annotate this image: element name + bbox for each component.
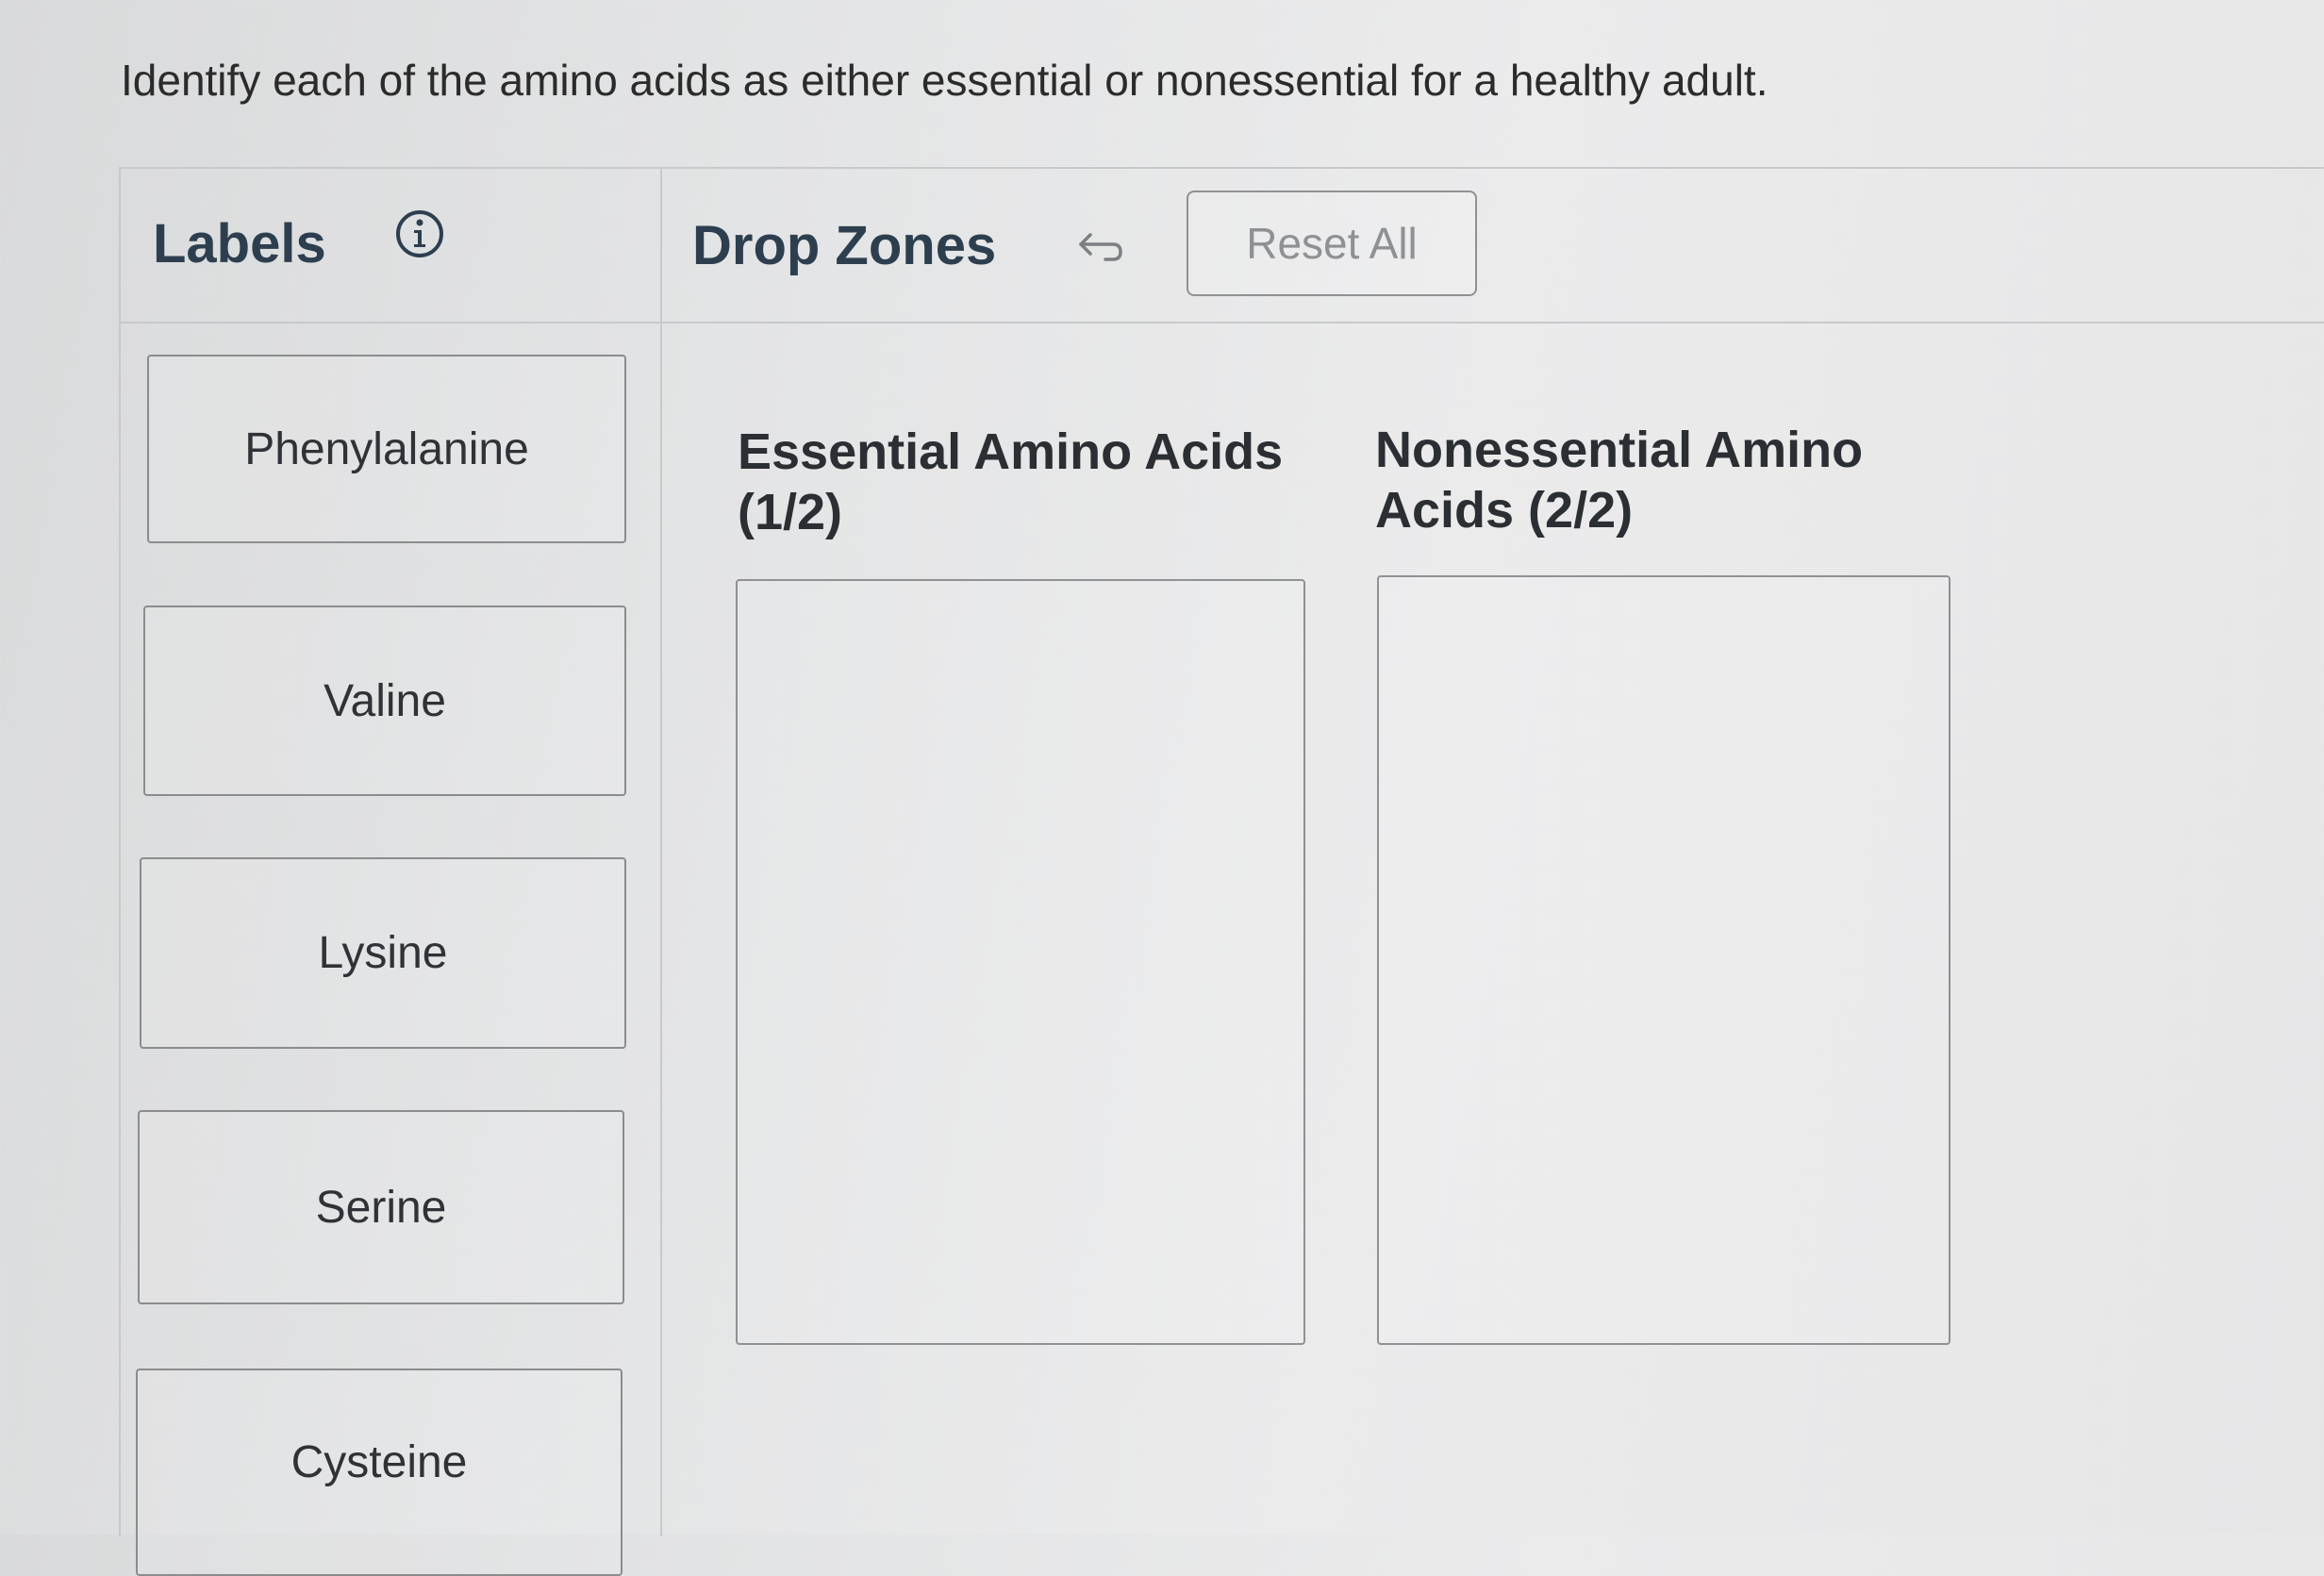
drag-drop-panel: Labels Drop Zones Reset All Phenylalanin… — [119, 167, 2324, 1576]
zone-heading-line: Nonessential Amino — [1375, 422, 1864, 478]
label-card-text: Lysine — [318, 928, 448, 978]
nonessential-drop-zone[interactable] — [1377, 575, 1950, 1345]
label-card-cysteine[interactable]: Cysteine — [136, 1369, 622, 1576]
labels-title: Labels — [153, 213, 326, 274]
essential-zone-heading: Essential Amino Acids (1/2) — [738, 422, 1283, 542]
label-card-text: Cysteine — [290, 1437, 468, 1487]
reset-all-button[interactable]: Reset All — [1187, 191, 1477, 296]
essential-drop-zone[interactable] — [736, 579, 1305, 1345]
label-card-lysine[interactable]: Lysine — [140, 857, 626, 1049]
zone-heading-line: Acids (2/2) — [1375, 482, 1634, 539]
label-card-text: Phenylalanine — [244, 423, 529, 474]
zone-heading-line: (1/2) — [738, 484, 843, 540]
zone-heading-line: Essential Amino Acids — [738, 423, 1284, 480]
label-card-serine[interactable]: Serine — [138, 1110, 624, 1304]
drop-zones-title: Drop Zones — [692, 215, 997, 276]
label-card-phenylalanine[interactable]: Phenylalanine — [147, 355, 626, 543]
nonessential-zone-heading: Nonessential Amino Acids (2/2) — [1375, 420, 1863, 540]
question-prompt: Identify each of the amino acids as eith… — [121, 56, 1768, 105]
undo-arrow-icon[interactable] — [1077, 231, 1126, 263]
label-card-text: Valine — [324, 675, 446, 726]
label-card-valine[interactable]: Valine — [143, 606, 626, 796]
info-circle-icon[interactable] — [394, 208, 445, 259]
label-card-text: Serine — [315, 1182, 447, 1233]
